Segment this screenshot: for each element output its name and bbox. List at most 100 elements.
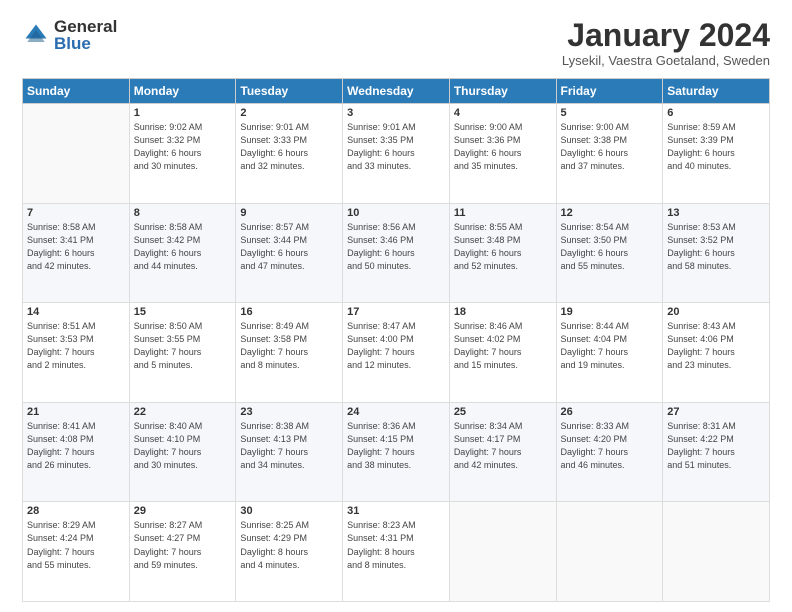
day-cell: 7 Sunrise: 8:58 AM Sunset: 3:41 PM Daylig… (23, 203, 130, 303)
day-cell: 10 Sunrise: 8:56 AM Sunset: 3:46 PM Dayli… (343, 203, 450, 303)
day-info: Sunrise: 8:51 AM Sunset: 3:53 PM Dayligh… (27, 320, 125, 372)
col-thursday: Thursday (449, 79, 556, 104)
day-info: Sunrise: 8:44 AM Sunset: 4:04 PM Dayligh… (561, 320, 659, 372)
day-number: 12 (561, 207, 659, 219)
day-number: 10 (347, 207, 445, 219)
day-cell (23, 104, 130, 204)
logo-icon (22, 21, 50, 49)
day-number: 3 (347, 107, 445, 119)
day-number: 9 (240, 207, 338, 219)
day-number: 5 (561, 107, 659, 119)
day-number: 15 (134, 306, 232, 318)
day-cell: 2Sunrise: 9:01 AM Sunset: 3:33 PM Daylig… (236, 104, 343, 204)
week-row-2: 14 Sunrise: 8:51 AM Sunset: 3:53 PM Dayli… (23, 303, 770, 403)
day-info: Sunrise: 9:01 AM Sunset: 3:33 PM Dayligh… (240, 121, 338, 173)
location: Lysekil, Vaestra Goetaland, Sweden (562, 53, 770, 68)
day-cell: 31 Sunrise: 8:23 AM Sunset: 4:31 PM Dayli… (343, 502, 450, 602)
logo-blue: Blue (54, 35, 117, 52)
col-saturday: Saturday (663, 79, 770, 104)
day-info: Sunrise: 8:54 AM Sunset: 3:50 PM Dayligh… (561, 221, 659, 273)
day-info: Sunrise: 8:25 AM Sunset: 4:29 PM Dayligh… (240, 519, 338, 571)
day-cell: 3 Sunrise: 9:01 AM Sunset: 3:35 PM Daylig… (343, 104, 450, 204)
day-cell: 18Sunrise: 8:46 AM Sunset: 4:02 PM Dayli… (449, 303, 556, 403)
header-row: Sunday Monday Tuesday Wednesday Thursday… (23, 79, 770, 104)
day-cell: 22Sunrise: 8:40 AM Sunset: 4:10 PM Dayli… (129, 402, 236, 502)
day-cell: 15 Sunrise: 8:50 AM Sunset: 3:55 PM Dayli… (129, 303, 236, 403)
day-info: Sunrise: 8:49 AM Sunset: 3:58 PM Dayligh… (240, 320, 338, 372)
logo: General Blue (22, 18, 117, 52)
week-row-3: 21 Sunrise: 8:41 AM Sunset: 4:08 PM Dayli… (23, 402, 770, 502)
day-cell: 4Sunrise: 9:00 AM Sunset: 3:36 PM Daylig… (449, 104, 556, 204)
day-info: Sunrise: 8:58 AM Sunset: 3:42 PM Dayligh… (134, 221, 232, 273)
day-info: Sunrise: 8:58 AM Sunset: 3:41 PM Dayligh… (27, 221, 125, 273)
day-cell: 11 Sunrise: 8:55 AM Sunset: 3:48 PM Dayli… (449, 203, 556, 303)
day-number: 31 (347, 505, 445, 517)
day-number: 19 (561, 306, 659, 318)
day-cell: 25Sunrise: 8:34 AM Sunset: 4:17 PM Dayli… (449, 402, 556, 502)
day-number: 28 (27, 505, 125, 517)
logo-text: General Blue (54, 18, 117, 52)
day-info: Sunrise: 8:41 AM Sunset: 4:08 PM Dayligh… (27, 420, 125, 472)
day-info: Sunrise: 9:00 AM Sunset: 3:38 PM Dayligh… (561, 121, 659, 173)
day-number: 4 (454, 107, 552, 119)
day-cell: 17 Sunrise: 8:47 AM Sunset: 4:00 PM Dayli… (343, 303, 450, 403)
day-cell: 23 Sunrise: 8:38 AM Sunset: 4:13 PM Dayli… (236, 402, 343, 502)
day-number: 17 (347, 306, 445, 318)
day-number: 23 (240, 406, 338, 418)
day-number: 13 (667, 207, 765, 219)
title-block: January 2024 Lysekil, Vaestra Goetaland,… (562, 18, 770, 68)
week-row-0: 1 Sunrise: 9:02 AM Sunset: 3:32 PM Daylig… (23, 104, 770, 204)
day-info: Sunrise: 8:47 AM Sunset: 4:00 PM Dayligh… (347, 320, 445, 372)
day-number: 25 (454, 406, 552, 418)
day-number: 18 (454, 306, 552, 318)
day-cell: 16 Sunrise: 8:49 AM Sunset: 3:58 PM Dayli… (236, 303, 343, 403)
calendar: Sunday Monday Tuesday Wednesday Thursday… (22, 78, 770, 602)
day-number: 26 (561, 406, 659, 418)
day-info: Sunrise: 8:27 AM Sunset: 4:27 PM Dayligh… (134, 519, 232, 571)
week-row-4: 28 Sunrise: 8:29 AM Sunset: 4:24 PM Dayli… (23, 502, 770, 602)
day-info: Sunrise: 8:59 AM Sunset: 3:39 PM Dayligh… (667, 121, 765, 173)
day-info: Sunrise: 8:50 AM Sunset: 3:55 PM Dayligh… (134, 320, 232, 372)
col-monday: Monday (129, 79, 236, 104)
month-title: January 2024 (562, 18, 770, 53)
day-info: Sunrise: 8:56 AM Sunset: 3:46 PM Dayligh… (347, 221, 445, 273)
day-info: Sunrise: 8:38 AM Sunset: 4:13 PM Dayligh… (240, 420, 338, 472)
day-number: 21 (27, 406, 125, 418)
day-cell: 5 Sunrise: 9:00 AM Sunset: 3:38 PM Daylig… (556, 104, 663, 204)
day-cell (663, 502, 770, 602)
day-info: Sunrise: 8:36 AM Sunset: 4:15 PM Dayligh… (347, 420, 445, 472)
header: General Blue January 2024 Lysekil, Vaest… (22, 18, 770, 68)
day-number: 30 (240, 505, 338, 517)
logo-general: General (54, 18, 117, 35)
day-cell (556, 502, 663, 602)
day-cell: 13Sunrise: 8:53 AM Sunset: 3:52 PM Dayli… (663, 203, 770, 303)
day-cell: 6Sunrise: 8:59 AM Sunset: 3:39 PM Daylig… (663, 104, 770, 204)
day-number: 29 (134, 505, 232, 517)
day-number: 14 (27, 306, 125, 318)
day-info: Sunrise: 8:29 AM Sunset: 4:24 PM Dayligh… (27, 519, 125, 571)
day-number: 8 (134, 207, 232, 219)
day-info: Sunrise: 8:40 AM Sunset: 4:10 PM Dayligh… (134, 420, 232, 472)
day-info: Sunrise: 8:23 AM Sunset: 4:31 PM Dayligh… (347, 519, 445, 571)
col-tuesday: Tuesday (236, 79, 343, 104)
day-number: 20 (667, 306, 765, 318)
day-cell: 24Sunrise: 8:36 AM Sunset: 4:15 PM Dayli… (343, 402, 450, 502)
day-number: 11 (454, 207, 552, 219)
day-cell: 12 Sunrise: 8:54 AM Sunset: 3:50 PM Dayli… (556, 203, 663, 303)
day-cell: 26 Sunrise: 8:33 AM Sunset: 4:20 PM Dayli… (556, 402, 663, 502)
day-number: 1 (134, 107, 232, 119)
day-info: Sunrise: 8:55 AM Sunset: 3:48 PM Dayligh… (454, 221, 552, 273)
day-cell: 1 Sunrise: 9:02 AM Sunset: 3:32 PM Daylig… (129, 104, 236, 204)
day-cell: 9 Sunrise: 8:57 AM Sunset: 3:44 PM Daylig… (236, 203, 343, 303)
day-info: Sunrise: 9:01 AM Sunset: 3:35 PM Dayligh… (347, 121, 445, 173)
day-info: Sunrise: 8:33 AM Sunset: 4:20 PM Dayligh… (561, 420, 659, 472)
day-number: 16 (240, 306, 338, 318)
col-wednesday: Wednesday (343, 79, 450, 104)
day-info: Sunrise: 8:57 AM Sunset: 3:44 PM Dayligh… (240, 221, 338, 273)
day-cell: 14 Sunrise: 8:51 AM Sunset: 3:53 PM Dayli… (23, 303, 130, 403)
calendar-body: 1 Sunrise: 9:02 AM Sunset: 3:32 PM Daylig… (23, 104, 770, 602)
day-number: 7 (27, 207, 125, 219)
day-cell: 30 Sunrise: 8:25 AM Sunset: 4:29 PM Dayli… (236, 502, 343, 602)
day-info: Sunrise: 9:02 AM Sunset: 3:32 PM Dayligh… (134, 121, 232, 173)
col-sunday: Sunday (23, 79, 130, 104)
